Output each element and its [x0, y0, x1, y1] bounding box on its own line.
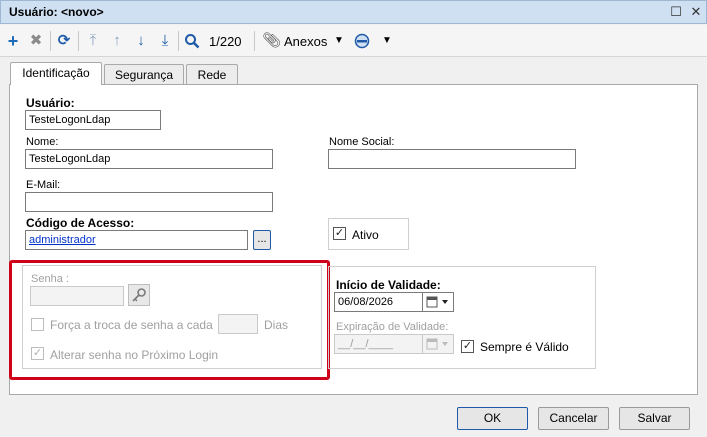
add-icon[interactable]: + — [4, 31, 22, 51]
nome-field[interactable]: TesteLogonLdap — [25, 149, 273, 169]
nome-social-label: Nome Social: — [329, 136, 395, 148]
nome-social-field[interactable] — [328, 149, 576, 169]
tab-identificacao[interactable]: Identificação — [10, 62, 102, 85]
dropdown-arrow-icon[interactable]: ▼ — [381, 31, 393, 51]
email-field[interactable] — [25, 192, 273, 212]
record-position: 1/220 — [209, 34, 242, 49]
first-record-icon[interactable]: ⤒ — [84, 31, 102, 51]
codigo-acesso-field[interactable]: administrador — [25, 230, 248, 250]
toolbar-separator — [254, 31, 255, 51]
attachments-button[interactable]: Anexos — [284, 34, 327, 49]
cancel-button[interactable]: Cancelar — [538, 407, 609, 430]
email-label: E-Mail: — [26, 179, 61, 191]
paperclip-icon[interactable]: 📎︎ — [262, 31, 281, 51]
ativo-label: Ativo — [352, 228, 379, 242]
inicio-validade-label: Início de Validade: — [336, 278, 441, 292]
usuario-field[interactable]: TesteLogonLdap — [25, 110, 161, 130]
tab-seguranca[interactable]: Segurança — [104, 64, 184, 86]
expiracao-label: Expiração de Validade: — [336, 321, 449, 333]
calendar-dropdown-button-disabled[interactable] — [423, 334, 454, 354]
next-record-icon[interactable]: ↓ — [132, 31, 150, 51]
window-title: Usuário: <novo> — [9, 5, 104, 19]
browse-button[interactable]: ... — [253, 230, 271, 250]
usuario-label: Usuário: — [26, 96, 75, 110]
toolbar-separator — [78, 31, 79, 51]
highlight-annotation — [9, 260, 330, 380]
last-record-icon[interactable]: ⤓ — [156, 31, 174, 51]
window-titlebar: Usuário: <novo> ☐ ✕ — [0, 0, 707, 24]
expiracao-field[interactable]: __/__/____ — [334, 334, 423, 354]
dropdown-arrow-icon[interactable]: ▼ — [333, 31, 345, 51]
inicio-validade-field[interactable]: 06/08/2026 — [334, 292, 423, 312]
save-button[interactable]: Salvar — [619, 407, 690, 430]
sempre-valido-label: Sempre é Válido — [480, 340, 569, 354]
toolbar: + ✖ ⟳ ⤒ ↑ ↓ ⤓ 1/220 📎︎ Anexos ▼ ▼ — [0, 25, 707, 57]
toolbar-separator — [178, 31, 179, 51]
delete-icon[interactable]: ✖ — [27, 31, 45, 51]
close-button[interactable]: ✕ — [687, 3, 705, 21]
search-icon[interactable] — [183, 31, 201, 51]
codigo-acesso-label: Código de Acesso: — [26, 216, 135, 230]
previous-record-icon[interactable]: ↑ — [108, 31, 126, 51]
maximize-button[interactable]: ☐ — [667, 3, 685, 21]
nome-label: Nome: — [26, 136, 59, 148]
ativo-checkbox[interactable]: ✓ — [333, 227, 346, 240]
tab-rede[interactable]: Rede — [186, 64, 238, 86]
codigo-acesso-link[interactable]: administrador — [29, 234, 96, 246]
sempre-valido-checkbox[interactable]: ✓ — [461, 340, 474, 353]
ok-button[interactable]: OK — [457, 407, 528, 430]
refresh-icon[interactable]: ⟳ — [55, 31, 73, 51]
toolbar-separator — [50, 31, 51, 51]
calendar-dropdown-button[interactable] — [423, 292, 454, 312]
database-icon[interactable] — [353, 31, 371, 51]
